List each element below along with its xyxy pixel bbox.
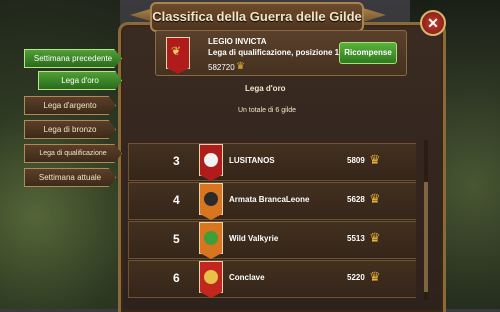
guild-war-points-icon: ♛ [236, 61, 245, 72]
guild-name: Wild Valkyrie [229, 234, 279, 243]
guild-name: LEGIO INVICTA [208, 37, 267, 46]
guild-emblem-icon [204, 153, 218, 167]
tab-bronze-league[interactable]: Lega di bronzo [24, 120, 116, 139]
guild-banner [199, 261, 223, 293]
guild-banner [199, 222, 223, 254]
rank-number: 5 [173, 232, 180, 246]
guild-league-position: Lega di qualificazione, posizione 1 [208, 48, 340, 57]
guild-count: Un totale di 6 gilde [238, 107, 296, 114]
laurel-icon: ❦ [171, 44, 182, 58]
window-title: Classifica della Guerra delle Gilde [150, 2, 364, 32]
guild-emblem-icon [204, 270, 218, 284]
guild-banner: ❦ [166, 37, 190, 69]
guild-war-points-icon: ♛ [369, 152, 381, 167]
ranking-row[interactable]: 6 Conclave 5220 ♛ [128, 260, 416, 298]
ranking-scrollbar[interactable] [424, 140, 428, 300]
guild-score: 5513 [347, 234, 365, 243]
rank-number: 6 [173, 271, 180, 285]
ranking-row[interactable]: 5 Wild Valkyrie 5513 ♛ [128, 221, 416, 259]
tab-silver-league[interactable]: Lega d'argento [24, 96, 116, 115]
ranking-list[interactable]: 3 LUSITANOS 5809 ♛ 4 Armata BrancaLeone … [128, 140, 416, 309]
tab-current-week[interactable]: Settimana attuale [24, 168, 116, 187]
close-icon[interactable]: ✕ [420, 10, 446, 36]
guild-score: 582720 [208, 63, 235, 72]
guild-war-points-icon: ♛ [369, 269, 381, 284]
guild-score: 5809 [347, 156, 365, 165]
tab-gold-league[interactable]: Lega d'oro [38, 71, 122, 90]
guild-name: LUSITANOS [229, 156, 275, 165]
scroll-thumb[interactable] [424, 182, 428, 292]
guild-emblem-icon [204, 192, 218, 206]
tab-qualification-league[interactable]: Lega di qualificazione [24, 144, 122, 163]
guild-emblem-icon [204, 231, 218, 245]
tab-previous-week[interactable]: Settimana precedente [24, 49, 122, 68]
rewards-button[interactable]: Ricompense [339, 42, 397, 64]
guild-banner [199, 144, 223, 176]
rank-number: 3 [173, 154, 180, 168]
league-title: Lega d'oro [245, 84, 286, 93]
guild-score: 5220 [347, 273, 365, 282]
guild-name: Conclave [229, 273, 265, 282]
guild-name: Armata BrancaLeone [229, 195, 310, 204]
guild-war-points-icon: ♛ [369, 230, 381, 245]
rank-number: 4 [173, 193, 180, 207]
guild-score: 5628 [347, 195, 365, 204]
guild-banner [199, 183, 223, 215]
guild-war-points-icon: ♛ [369, 191, 381, 206]
ranking-row[interactable]: 4 Armata BrancaLeone 5628 ♛ [128, 182, 416, 220]
ranking-row[interactable]: 3 LUSITANOS 5809 ♛ [128, 143, 416, 181]
